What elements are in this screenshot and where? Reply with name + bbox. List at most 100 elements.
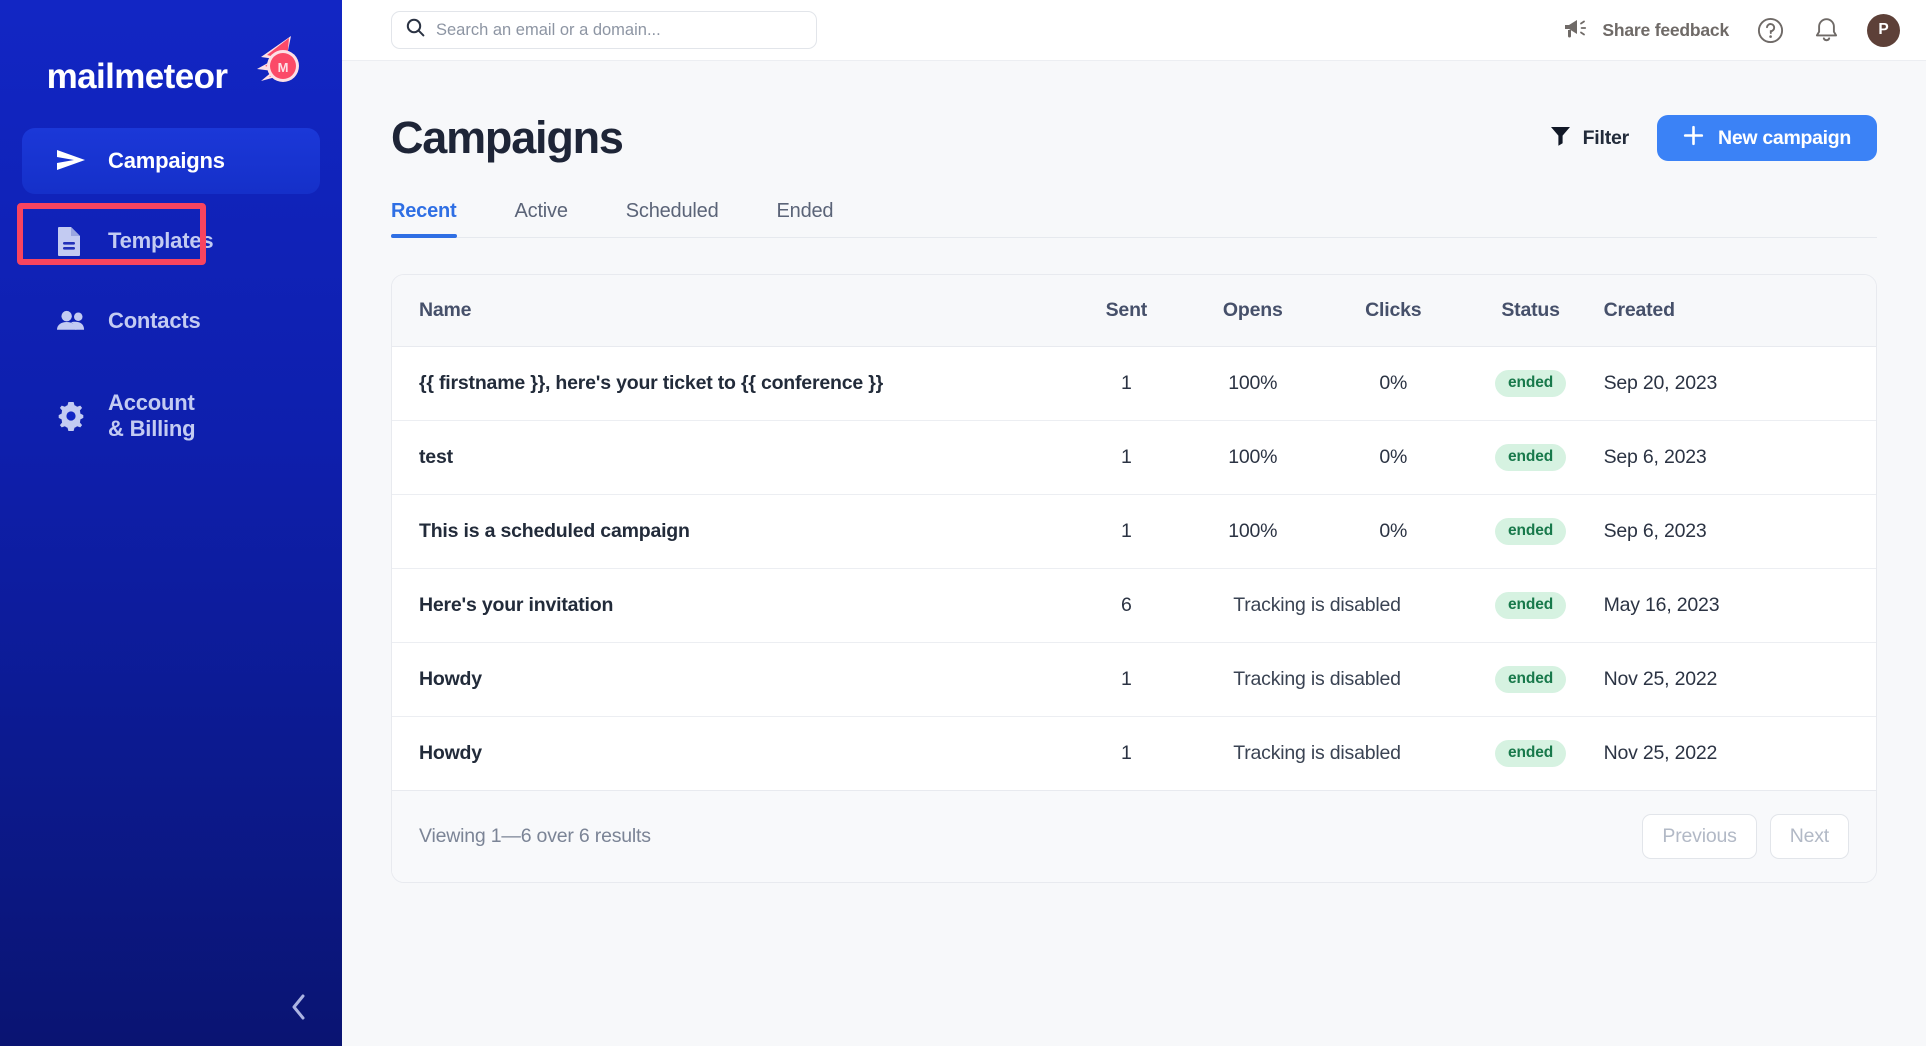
- cell-campaign-name: Howdy: [392, 642, 1077, 717]
- cell-clicks: 0%: [1329, 494, 1458, 569]
- status-badge: ended: [1495, 370, 1567, 397]
- meteor-logo-icon: M: [231, 31, 301, 98]
- avatar[interactable]: P: [1867, 13, 1900, 47]
- table-row[interactable]: This is a scheduled campaign 1 100% 0% ended…: [392, 494, 1876, 569]
- bell-icon[interactable]: [1811, 15, 1841, 45]
- cell-campaign-name: test: [392, 420, 1077, 495]
- sidebar-item-contacts[interactable]: Contacts: [22, 288, 320, 354]
- tab-scheduled[interactable]: Scheduled: [626, 200, 719, 237]
- campaigns-table-card: Name Sent Opens Clicks Status Created {{…: [391, 274, 1877, 883]
- status-badge: ended: [1495, 518, 1567, 545]
- column-header-status[interactable]: Status: [1457, 275, 1604, 347]
- next-page-button[interactable]: Next: [1769, 814, 1849, 859]
- cell-status: ended: [1457, 716, 1604, 791]
- cell-opens: Tracking is disabled: [1176, 568, 1458, 643]
- status-badge: ended: [1495, 592, 1567, 619]
- cell-opens: 100%: [1176, 346, 1330, 421]
- cell-campaign-name: Here's your invitation: [392, 568, 1077, 643]
- filter-label: Filter: [1582, 126, 1630, 149]
- cell-status: ended: [1457, 642, 1604, 717]
- cell-sent: 1: [1076, 346, 1177, 421]
- table-footer: Viewing 1—6 over 6 results Previous Next: [392, 791, 1876, 882]
- sidebar-item-label: Contacts: [108, 308, 201, 334]
- sidebar-item-label: Templates: [108, 228, 214, 254]
- sidebar-nav: Campaigns Templates Contacts Account & B…: [0, 120, 342, 454]
- page-header-actions: Filter New campaign: [1548, 115, 1877, 161]
- search-box[interactable]: [391, 11, 817, 49]
- sidebar: mailmeteor M Campaigns Templates Contact…: [0, 0, 342, 1046]
- cell-sent: 1: [1076, 494, 1177, 569]
- cell-created: May 16, 2023: [1603, 568, 1876, 643]
- cell-sent: 1: [1076, 716, 1177, 791]
- column-header-opens[interactable]: Opens: [1176, 275, 1330, 347]
- cell-clicks: 0%: [1329, 420, 1458, 495]
- topbar: Share feedback P: [342, 0, 1926, 61]
- cell-sent: 6: [1076, 568, 1177, 643]
- table-row[interactable]: {{ firstname }}, here's your ticket to {…: [392, 346, 1876, 421]
- plus-icon: [1683, 125, 1704, 152]
- tab-active[interactable]: Active: [515, 200, 568, 237]
- tab-ended[interactable]: Ended: [777, 200, 834, 237]
- question-circle-icon[interactable]: [1755, 15, 1785, 45]
- table-row[interactable]: Howdy 1 Tracking is disabled ended Nov 25, 2…: [392, 642, 1876, 717]
- send-icon: [56, 148, 86, 174]
- app-root: mailmeteor M Campaigns Templates Contact…: [0, 0, 1926, 1046]
- app-logo[interactable]: mailmeteor M: [0, 0, 342, 120]
- cell-created: Sep 20, 2023: [1603, 346, 1876, 421]
- column-header-clicks[interactable]: Clicks: [1329, 275, 1458, 347]
- cell-sent: 1: [1076, 642, 1177, 717]
- results-summary: Viewing 1—6 over 6 results: [419, 825, 651, 847]
- cell-campaign-name: Howdy: [392, 716, 1077, 791]
- document-icon: [56, 226, 86, 256]
- sidebar-item-templates[interactable]: Templates: [22, 208, 320, 274]
- share-feedback-label: Share feedback: [1602, 19, 1729, 40]
- tab-recent[interactable]: Recent: [391, 200, 457, 238]
- cell-clicks: 0%: [1329, 346, 1458, 421]
- svg-text:M: M: [278, 60, 289, 75]
- sidebar-item-account-billing[interactable]: Account & Billing: [22, 378, 320, 454]
- column-header-sent[interactable]: Sent: [1076, 275, 1177, 347]
- sidebar-item-campaigns[interactable]: Campaigns: [22, 128, 320, 194]
- cell-campaign-name: This is a scheduled campaign: [392, 494, 1077, 569]
- table-row[interactable]: Here's your invitation 6 Tracking is disab…: [392, 568, 1876, 643]
- cell-created: Sep 6, 2023: [1603, 420, 1876, 495]
- cell-created: Nov 25, 2022: [1603, 642, 1876, 717]
- people-icon: [56, 309, 86, 333]
- table-header-row: Name Sent Opens Clicks Status Created: [392, 275, 1876, 347]
- sidebar-item-label: Campaigns: [108, 148, 225, 174]
- cell-status: ended: [1457, 568, 1604, 643]
- table-head: Name Sent Opens Clicks Status Created: [392, 275, 1876, 347]
- previous-page-button[interactable]: Previous: [1642, 814, 1757, 859]
- page-content: Campaigns Filter New campaign Recent Act…: [342, 61, 1926, 883]
- chevron-left-icon[interactable]: [282, 990, 316, 1024]
- campaigns-table: Name Sent Opens Clicks Status Created {{…: [392, 275, 1876, 791]
- status-badge: ended: [1495, 740, 1567, 767]
- cell-sent: 1: [1076, 420, 1177, 495]
- funnel-icon: [1550, 125, 1571, 152]
- status-badge: ended: [1495, 666, 1567, 693]
- main-area: Share feedback P: [342, 0, 1926, 1046]
- share-feedback-button[interactable]: Share feedback: [1564, 17, 1729, 44]
- search-input[interactable]: [436, 20, 802, 40]
- megaphone-icon: [1564, 17, 1589, 44]
- column-header-created[interactable]: Created: [1603, 275, 1876, 347]
- pagination: Previous Next: [1642, 814, 1849, 859]
- cell-opens: Tracking is disabled: [1176, 642, 1458, 717]
- sidebar-item-label: Account & Billing: [108, 390, 196, 441]
- cell-status: ended: [1457, 494, 1604, 569]
- cell-opens: 100%: [1176, 494, 1330, 569]
- page-title: Campaigns: [391, 112, 624, 163]
- cell-status: ended: [1457, 346, 1604, 421]
- new-campaign-button[interactable]: New campaign: [1657, 115, 1877, 161]
- new-campaign-label: New campaign: [1718, 126, 1851, 149]
- column-header-name[interactable]: Name: [392, 275, 1077, 347]
- cell-campaign-name: {{ firstname }}, here's your ticket to {…: [392, 346, 1077, 421]
- filter-button[interactable]: Filter: [1548, 119, 1631, 158]
- search-icon: [406, 18, 425, 42]
- tabs: Recent Active Scheduled Ended: [391, 200, 1877, 238]
- table-row[interactable]: Howdy 1 Tracking is disabled ended Nov 25, 2…: [392, 716, 1876, 791]
- cell-created: Sep 6, 2023: [1603, 494, 1876, 569]
- table-row[interactable]: test 1 100% 0% ended Sep 6, 2023: [392, 420, 1876, 495]
- table-body: {{ firstname }}, here's your ticket to {…: [392, 346, 1876, 791]
- cell-status: ended: [1457, 420, 1604, 495]
